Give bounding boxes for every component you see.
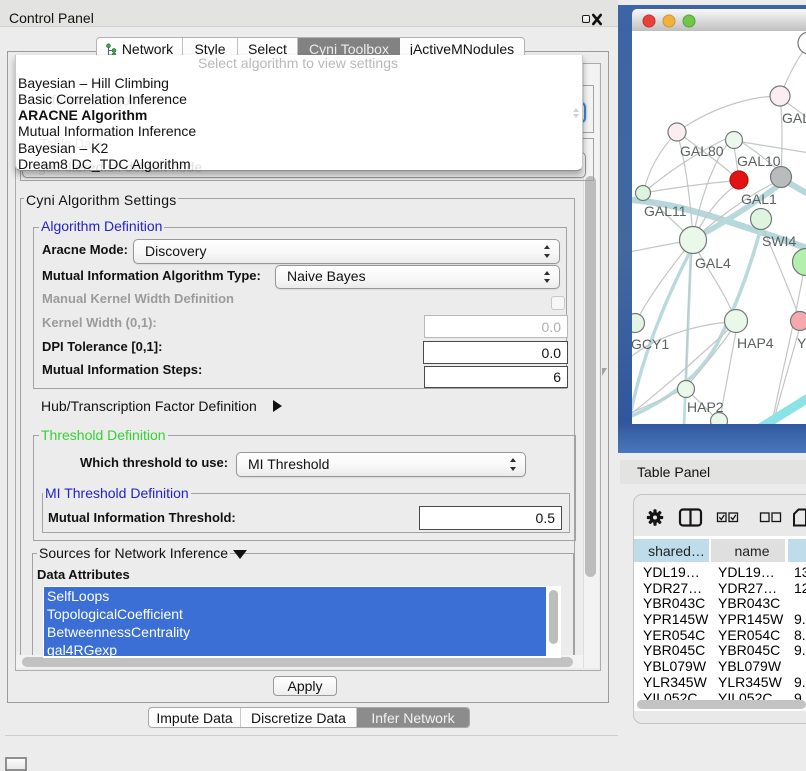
svg-text:GAL11: GAL11 (644, 203, 687, 219)
svg-text:SWI4: SWI4 (762, 233, 796, 249)
svg-text:GAL7: GAL7 (782, 110, 806, 126)
svg-text:GAL10: GAL10 (737, 153, 781, 169)
svg-text:YM: YM (797, 335, 806, 351)
svg-text:GCY1: GCY1 (632, 336, 669, 352)
svg-text:GAL4: GAL4 (695, 255, 731, 271)
svg-text:GAL1: GAL1 (741, 191, 777, 207)
svg-text:GAL80: GAL80 (680, 143, 724, 159)
svg-text:HAP2: HAP2 (687, 399, 724, 415)
svg-text:HAP4: HAP4 (737, 335, 774, 351)
